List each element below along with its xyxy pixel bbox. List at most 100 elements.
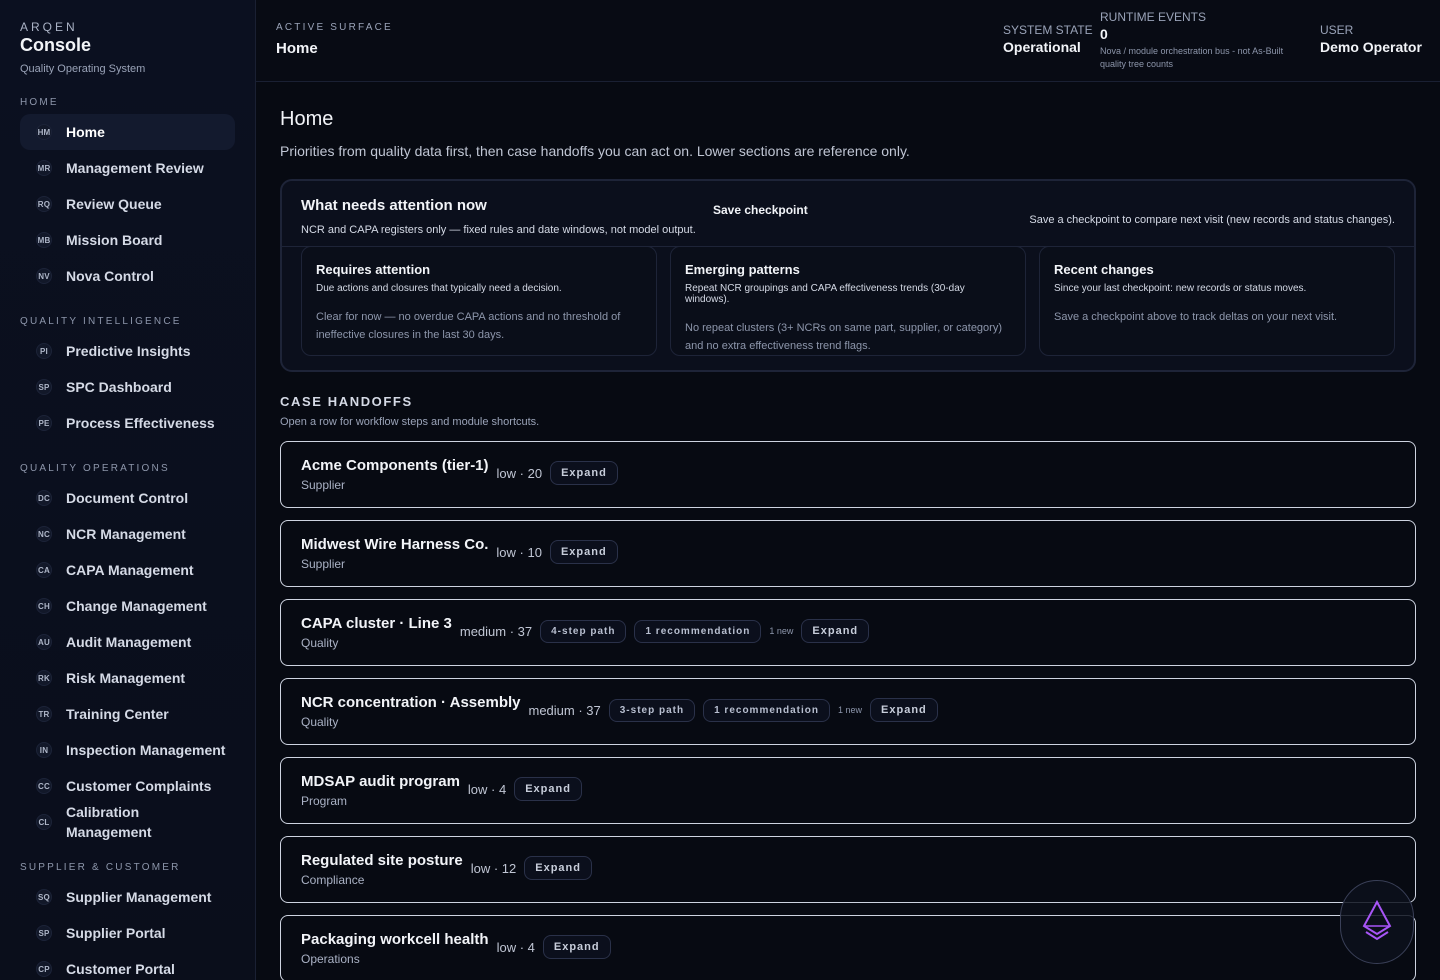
case-info: Packaging workcell health Operations bbox=[301, 930, 489, 966]
sidebar-item-supplier-portal[interactable]: SP Supplier Portal bbox=[20, 915, 235, 951]
nav-abbr-icon: CP bbox=[36, 961, 52, 977]
nav-abbr-icon: SP bbox=[36, 925, 52, 941]
user-label: USER bbox=[1320, 23, 1354, 37]
nav-section-heading: SUPPLIER & CUSTOMER bbox=[20, 862, 181, 873]
sidebar-item-label: Nova Control bbox=[66, 268, 154, 284]
sidebar-item-audit-management[interactable]: AU Audit Management bbox=[20, 624, 235, 660]
case-name: Midwest Wire Harness Co. bbox=[301, 536, 489, 553]
sidebar-item-spc-dashboard[interactable]: SP SPC Dashboard bbox=[20, 369, 235, 405]
case-row[interactable]: NCR concentration · Assembly Quality mediu… bbox=[280, 678, 1416, 745]
sidebar-item-capa-management[interactable]: CA CAPA Management bbox=[20, 552, 235, 588]
expand-button[interactable]: Expand bbox=[870, 698, 938, 722]
attention-title: What needs attention now bbox=[301, 197, 487, 214]
case-pill[interactable]: 1 recommendation bbox=[634, 619, 762, 643]
sidebar-item-label: NCR Management bbox=[66, 526, 186, 542]
case-info: Midwest Wire Harness Co. Supplier bbox=[301, 535, 488, 571]
card-body: Clear for now — no overdue CAPA actions … bbox=[316, 311, 621, 341]
sidebar-item-supplier-management[interactable]: SQ Supplier Management bbox=[20, 879, 235, 915]
case-row[interactable]: Packaging workcell health Operations low ·… bbox=[280, 915, 1416, 980]
card-title: Emerging patterns bbox=[685, 262, 800, 277]
card-requires-attention[interactable]: Requires attention Due actions and closu… bbox=[301, 246, 657, 356]
user-info[interactable]: USER Demo Operator bbox=[1320, 23, 1422, 55]
card-recent-changes[interactable]: Recent changes Since your last checkpoin… bbox=[1039, 246, 1395, 356]
sidebar-item-nova-control[interactable]: NV Nova Control bbox=[20, 258, 235, 294]
page-content: Home Priorities from quality data first,… bbox=[256, 82, 1440, 980]
sidebar-item-calibration-management[interactable]: CL Calibration Management bbox=[20, 804, 235, 840]
case-handoffs-subtitle: Open a row for workflow steps and module… bbox=[280, 416, 540, 428]
case-info: Acme Components (tier-1) Supplier bbox=[301, 456, 489, 492]
expand-button[interactable]: Expand bbox=[524, 856, 592, 880]
user-name[interactable]: Demo Operator bbox=[1320, 39, 1422, 55]
case-type: Supplier bbox=[301, 557, 346, 571]
nova-assistant-button[interactable] bbox=[1340, 880, 1414, 964]
case-score: low · 4 bbox=[467, 781, 507, 797]
nav-abbr-icon: NC bbox=[36, 526, 52, 542]
sidebar-item-process-effectiveness[interactable]: PE Process Effectiveness bbox=[20, 405, 235, 441]
case-row[interactable]: MDSAP audit program Program low · 4 Expand bbox=[280, 757, 1416, 824]
case-row[interactable]: Regulated site posture Compliance low · 12… bbox=[280, 836, 1416, 903]
card-body: Save a checkpoint above to track deltas … bbox=[1054, 311, 1338, 323]
case-type: Program bbox=[301, 794, 348, 808]
page-title: Home bbox=[280, 108, 334, 130]
sidebar-item-customer-complaints[interactable]: CC Customer Complaints bbox=[20, 768, 235, 804]
sidebar-item-document-control[interactable]: DC Document Control bbox=[20, 480, 235, 516]
expand-button[interactable]: Expand bbox=[514, 777, 582, 801]
case-info: MDSAP audit program Program bbox=[301, 772, 460, 808]
sidebar-item-customer-portal[interactable]: CP Customer Portal bbox=[20, 951, 235, 980]
case-pill[interactable]: 3-step path bbox=[608, 698, 696, 722]
sidebar-item-training-center[interactable]: TR Training Center bbox=[20, 696, 235, 732]
sidebar-item-label: Risk Management bbox=[66, 670, 186, 686]
case-new-count: 1 new bbox=[769, 626, 794, 636]
expand-button[interactable]: Expand bbox=[550, 461, 618, 485]
sidebar-item-ncr-management[interactable]: NC NCR Management bbox=[20, 516, 235, 552]
case-score: low · 4 bbox=[496, 939, 535, 955]
brand-wordmark: ARQEN bbox=[20, 20, 78, 34]
case-pill[interactable]: 4-step path bbox=[540, 619, 627, 643]
sidebar-item-review-queue[interactable]: RQ Review Queue bbox=[20, 186, 235, 222]
case-pill[interactable]: 1 recommendation bbox=[703, 698, 831, 722]
sidebar-item-inspection-management[interactable]: IN Inspection Management bbox=[20, 732, 235, 768]
sidebar-item-change-management[interactable]: CH Change Management bbox=[20, 588, 235, 624]
sidebar-item-label: Supplier Management bbox=[66, 889, 212, 905]
case-meta: low · 4 Expand bbox=[497, 935, 611, 959]
sidebar-item-label: Home bbox=[66, 124, 105, 140]
sidebar-item-management-review[interactable]: MR Management Review bbox=[20, 150, 235, 186]
topbar: ACTIVE SURFACE Home SYSTEM STATE Operati… bbox=[256, 0, 1440, 82]
sidebar-item-label: Predictive Insights bbox=[66, 343, 191, 359]
case-score: low · 20 bbox=[496, 465, 543, 481]
brand-subtitle: Quality Operating System bbox=[20, 63, 146, 75]
sidebar-item-predictive-insights[interactable]: PI Predictive Insights bbox=[20, 333, 235, 369]
system-state-value: Operational bbox=[1003, 39, 1081, 55]
case-row[interactable]: Midwest Wire Harness Co. Supplier low · 10… bbox=[280, 520, 1416, 587]
sidebar-item-home[interactable]: HM Home bbox=[20, 114, 235, 150]
nav-abbr-icon: PE bbox=[36, 415, 52, 431]
card-title: Requires attention bbox=[316, 262, 431, 277]
nav-section-heading: QUALITY INTELLIGENCE bbox=[20, 316, 182, 327]
sidebar-item-label: CAPA Management bbox=[66, 562, 194, 578]
card-emerging-patterns[interactable]: Emerging patterns Repeat NCR groupings a… bbox=[670, 246, 1026, 356]
save-checkpoint-button[interactable]: Save checkpoint bbox=[713, 203, 808, 217]
nav-abbr-icon: CC bbox=[36, 778, 52, 794]
case-row[interactable]: CAPA cluster · Line 3 Quality medium · 37 4… bbox=[280, 599, 1416, 666]
sidebar-item-mission-board[interactable]: MB Mission Board bbox=[20, 222, 235, 258]
active-surface-label: ACTIVE SURFACE bbox=[276, 22, 393, 33]
page-description: Priorities from quality data first, then… bbox=[280, 143, 910, 159]
case-name: MDSAP audit program bbox=[301, 773, 460, 790]
case-score: medium · 37 bbox=[528, 702, 601, 718]
sidebar-item-label: Supplier Portal bbox=[66, 925, 166, 941]
case-name: Packaging workcell health bbox=[301, 931, 489, 948]
attention-cards: Requires attention Due actions and closu… bbox=[282, 246, 1414, 356]
expand-button[interactable]: Expand bbox=[549, 540, 618, 564]
case-list: Acme Components (tier-1) Supplier low · 20… bbox=[280, 441, 1416, 980]
case-type: Compliance bbox=[301, 873, 365, 887]
case-meta: low · 12 Expand bbox=[471, 856, 592, 880]
case-row[interactable]: Acme Components (tier-1) Supplier low · 20… bbox=[280, 441, 1416, 508]
case-type: Quality bbox=[301, 636, 339, 650]
main-area: ACTIVE SURFACE Home SYSTEM STATE Operati… bbox=[256, 0, 1440, 980]
expand-button[interactable]: Expand bbox=[542, 935, 611, 959]
expand-button[interactable]: Expand bbox=[801, 619, 870, 643]
card-subtitle: Due actions and closures that typically … bbox=[316, 283, 562, 294]
sidebar-item-risk-management[interactable]: RK Risk Management bbox=[20, 660, 235, 696]
nav-abbr-icon: SQ bbox=[36, 889, 52, 905]
nav-abbr-icon: AU bbox=[36, 634, 52, 650]
